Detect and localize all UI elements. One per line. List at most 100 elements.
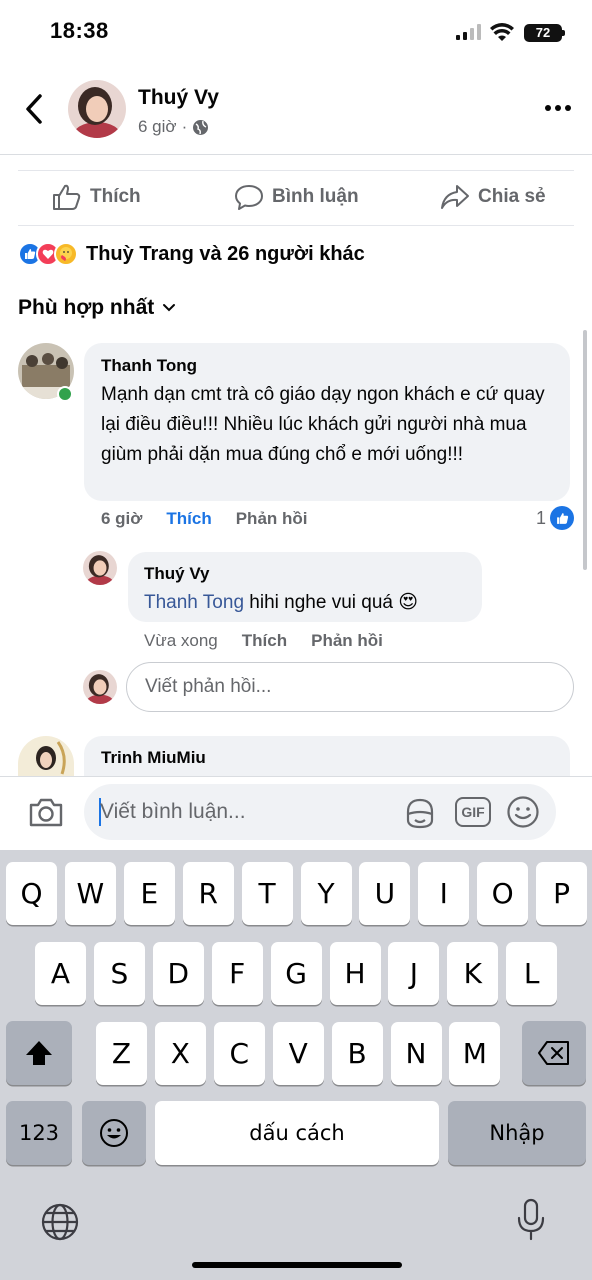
emoji-icon [100, 1119, 128, 1147]
comment-author[interactable]: Thanh Tong [101, 356, 197, 376]
meta-separator: · [181, 117, 188, 136]
reactions-text: Thuỳ Trang và 26 người khác [86, 242, 365, 265]
key-r[interactable]: R [182, 862, 234, 925]
reply-text: Thanh Tong hihi nghe vui quá 😍 [144, 588, 418, 618]
key-q[interactable]: Q [6, 862, 57, 925]
backspace-icon [538, 1041, 569, 1065]
globe-icon[interactable] [40, 1202, 80, 1242]
key-y[interactable]: Y [300, 862, 352, 925]
key-x[interactable]: X [154, 1022, 206, 1085]
reply-author[interactable]: Thuý Vy [144, 564, 210, 584]
back-arrow-icon[interactable] [20, 92, 48, 126]
reaction-icons [18, 242, 78, 266]
comment-text: Mạnh dạn cmt trà cô giáo dạy ngon khách … [101, 384, 545, 465]
key-d[interactable]: D [152, 942, 204, 1005]
numbers-key[interactable]: 123 [6, 1101, 72, 1165]
key-f[interactable]: F [211, 942, 263, 1005]
return-key[interactable]: Nhập [448, 1101, 586, 1165]
shift-key[interactable] [6, 1021, 72, 1085]
reactions-summary[interactable]: Thuỳ Trang và 26 người khác [18, 242, 365, 266]
key-v[interactable]: V [272, 1022, 324, 1085]
online-status-dot [57, 386, 73, 402]
current-user-avatar [83, 670, 117, 704]
share-button[interactable]: Chia sẻ [440, 183, 546, 211]
comment-time: 6 giờ [101, 509, 143, 528]
key-l[interactable]: L [506, 942, 558, 1005]
care-icon [54, 242, 78, 266]
like-count: 1 [536, 507, 547, 528]
post-time: 6 giờ [138, 117, 177, 136]
chevron-down-icon [163, 304, 176, 312]
header-divider [0, 154, 592, 155]
key-i[interactable]: I [418, 862, 470, 925]
key-n[interactable]: N [390, 1022, 442, 1085]
key-p[interactable]: P [536, 862, 588, 925]
reply-like-button[interactable]: Thích [242, 631, 287, 651]
reply-meta: Vừa xong Thích Phản hồi [144, 631, 383, 651]
battery-indicator: 72 [524, 24, 562, 42]
comment-meta: 6 giờ Thích Phản hồi [101, 509, 308, 529]
reply-reply-button[interactable]: Phản hồi [311, 631, 383, 651]
key-g[interactable]: G [270, 942, 322, 1005]
comment-bubble-icon [235, 185, 263, 210]
avatar-sticker-icon[interactable] [402, 796, 438, 830]
author-name[interactable]: Thuý Vy [138, 86, 219, 110]
key-a[interactable]: A [35, 942, 86, 1005]
gif-button[interactable]: GIF [455, 797, 491, 827]
globe-icon [193, 119, 209, 135]
composer-placeholder[interactable]: Viết bình luận... [100, 800, 246, 824]
comment-button[interactable]: Bình luận [234, 183, 359, 211]
battery-tip [562, 30, 565, 36]
key-s[interactable]: S [93, 942, 145, 1005]
author-avatar[interactable] [68, 80, 126, 138]
sort-label: Phù hợp nhất [18, 296, 155, 319]
like-icon [550, 506, 575, 530]
key-u[interactable]: U [359, 862, 411, 925]
cellular-signal-icon [456, 24, 481, 40]
key-j[interactable]: J [388, 942, 440, 1005]
key-t[interactable]: T [241, 862, 293, 925]
emoji-icon[interactable] [506, 795, 540, 829]
camera-icon[interactable] [28, 796, 64, 828]
thumbs-up-icon [53, 184, 81, 210]
wifi-icon [490, 23, 514, 41]
share-label: Chia sẻ [478, 186, 546, 207]
like-label: Thích [90, 186, 141, 207]
comment-reaction-count[interactable]: 1 [536, 506, 575, 530]
key-o[interactable]: O [477, 862, 529, 925]
space-key[interactable]: dấu cách [155, 1101, 439, 1165]
commenter-avatar[interactable] [18, 736, 74, 776]
home-indicator[interactable] [192, 1262, 402, 1268]
shift-arrow-icon [26, 1041, 52, 1065]
heart-eyes-emoji: 😍 [398, 592, 419, 613]
key-e[interactable]: E [123, 862, 175, 925]
composer-divider [0, 776, 592, 777]
backspace-key[interactable] [522, 1021, 586, 1085]
share-arrow-icon [441, 185, 469, 209]
key-k[interactable]: K [447, 942, 499, 1005]
reply-body: hihi nghe vui quá [249, 592, 393, 613]
key-m[interactable]: M [449, 1022, 501, 1085]
reply-input[interactable]: Viết phản hồi... [126, 662, 574, 712]
reply-mention-link[interactable]: Thanh Tong [144, 592, 244, 613]
key-w[interactable]: W [64, 862, 116, 925]
key-b[interactable]: B [331, 1022, 383, 1085]
reply-time: Vừa xong [144, 631, 218, 650]
microphone-icon[interactable] [516, 1198, 546, 1242]
comment-author[interactable]: Trinh MiuMiu [101, 748, 206, 768]
key-c[interactable]: C [213, 1022, 265, 1085]
post-action-bar: Thích Bình luận Chia sẻ [18, 170, 574, 226]
comment-like-button[interactable]: Thích [166, 509, 211, 529]
more-options-icon[interactable] [542, 98, 574, 118]
reply-avatar[interactable] [83, 551, 117, 585]
status-time: 18:38 [50, 18, 109, 43]
key-z[interactable]: Z [96, 1022, 147, 1085]
like-button[interactable]: Thích [52, 183, 141, 211]
key-h[interactable]: H [329, 942, 381, 1005]
comment-sort-dropdown[interactable]: Phù hợp nhất [18, 296, 176, 320]
comment-reply-button[interactable]: Phản hồi [236, 509, 308, 529]
scrollbar[interactable] [583, 330, 587, 570]
post-meta: 6 giờ · [138, 117, 209, 137]
comment-label: Bình luận [272, 186, 359, 207]
emoji-keyboard-key[interactable] [82, 1101, 146, 1165]
